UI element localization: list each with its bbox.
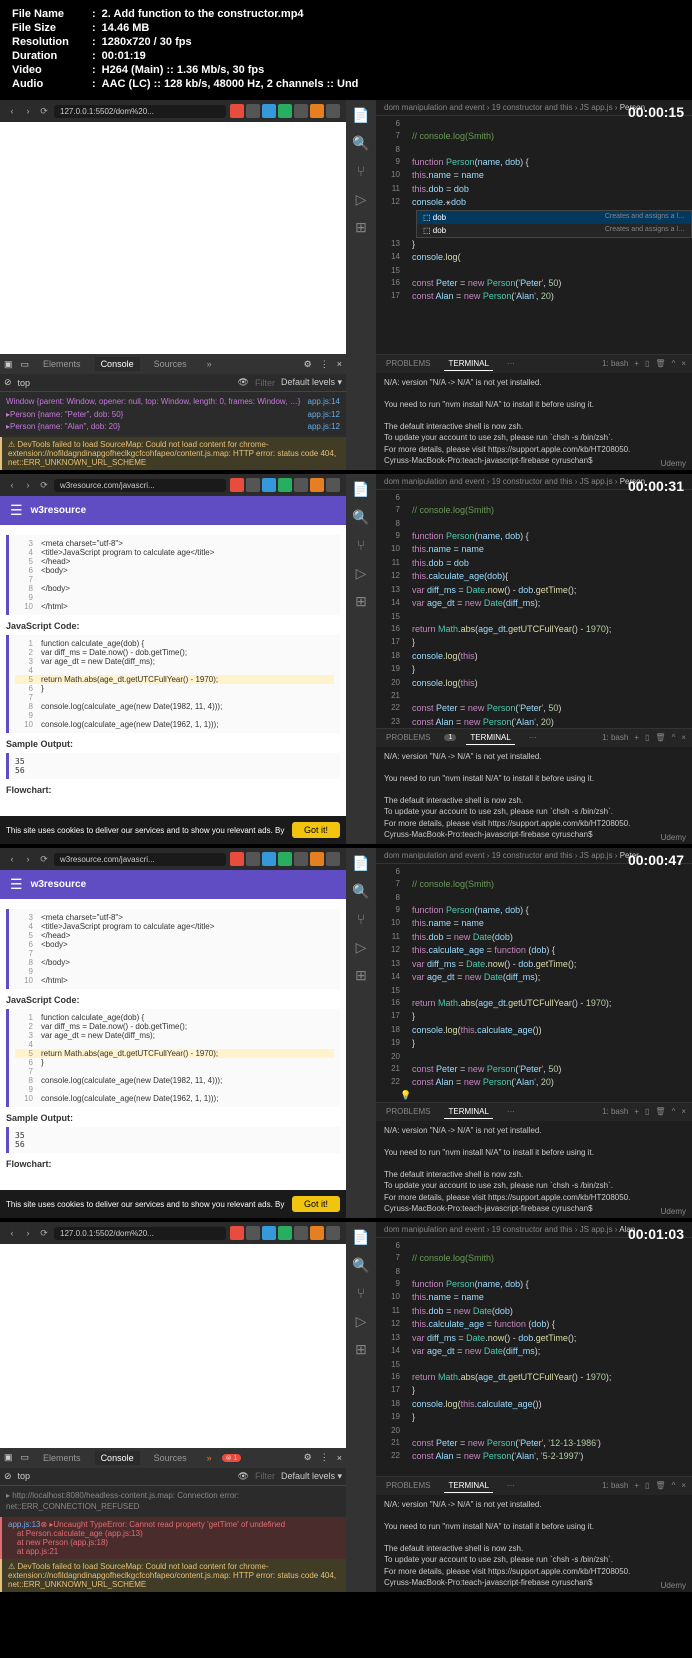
devtools-warning: ⚠ DevTools failed to load SourceMap: Cou… <box>0 437 346 470</box>
page-content <box>0 122 346 354</box>
inspect-icon[interactable]: ▣ <box>4 359 13 370</box>
context-select[interactable]: top <box>18 378 31 388</box>
frame-4: ‹›⟳ 127.0.0.1:5502/dom%20... ▣▭ Elements… <box>0 1222 692 1592</box>
url-bar[interactable]: 127.0.0.1:5502/dom%20... <box>54 105 226 118</box>
timestamp: 00:00:15 <box>628 104 684 120</box>
shell-select[interactable]: 1: bash <box>602 359 628 368</box>
editor[interactable]: 67// console.log(Smith)89function Person… <box>376 116 692 354</box>
menu-icon[interactable]: ⋮ <box>320 359 329 370</box>
levels-select[interactable]: Default levels ▾ <box>281 377 342 388</box>
file-metadata: File Name:2. Add function to the constru… <box>0 0 692 100</box>
console-log: Window {parent: Window, opener: null, to… <box>6 397 300 406</box>
meta-label: File Name <box>12 8 92 20</box>
terminal-tab[interactable]: TERMINAL <box>444 357 492 371</box>
frame-1: ‹ › ⟳ 127.0.0.1:5502/dom%20... ▣ ▭ Eleme… <box>0 100 692 470</box>
sources-tab[interactable]: Sources <box>148 357 193 371</box>
split-icon[interactable]: ▯ <box>645 359 649 368</box>
extensions-icon[interactable]: ⊞ <box>352 218 370 236</box>
problems-tab[interactable]: PROBLEMS <box>382 357 434 370</box>
source-control-icon[interactable]: ⑂ <box>352 162 370 180</box>
gear-icon[interactable]: ⚙ <box>304 359 312 370</box>
device-icon[interactable]: ▭ <box>21 359 30 370</box>
got-it-button[interactable]: Got it! <box>292 822 340 838</box>
forward-icon[interactable]: › <box>22 105 34 117</box>
udemy-watermark: Udemy <box>661 459 686 468</box>
page-content: 3 <meta charset="utf-8">4 <title>JavaScr… <box>0 525 346 816</box>
url-bar[interactable]: w3resource.com/javascri... <box>54 479 226 492</box>
console-error: app.js:13⊗ ▸Uncaught TypeError: Cannot r… <box>0 1517 346 1559</box>
back-icon[interactable]: ‹ <box>6 105 18 117</box>
clear-icon[interactable]: ⊘ <box>4 377 12 388</box>
error-badge: ⊗ 1 <box>222 1454 242 1462</box>
trash-icon[interactable]: 🗑 <box>655 359 665 368</box>
menu-icon[interactable]: ☰ <box>10 502 23 519</box>
cookie-banner: This site uses cookies to deliver our se… <box>0 816 346 844</box>
console-tab[interactable]: Console <box>95 357 140 371</box>
filter-input[interactable]: Filter <box>255 378 275 388</box>
frame-3: ‹›⟳ w3resource.com/javascri... ☰w3resour… <box>0 848 692 1218</box>
close-icon[interactable]: × <box>337 359 342 369</box>
search-icon[interactable]: 🔍 <box>352 134 370 152</box>
browser-toolbar: ‹ › ⟳ 127.0.0.1:5502/dom%20... <box>0 100 346 122</box>
plus-icon[interactable]: + <box>634 359 639 368</box>
site-title: w3resource <box>31 505 87 516</box>
devtools-panel: ▣ ▭ Elements Console Sources » ⚙ ⋮ × ⊘ t… <box>0 354 346 470</box>
terminal-panel: PROBLEMS TERMINAL ··· 1: bash+▯🗑^× N/A: … <box>376 354 692 471</box>
debug-icon[interactable]: ▷ <box>352 190 370 208</box>
elements-tab[interactable]: Elements <box>37 357 87 371</box>
extension-icons <box>230 104 340 118</box>
reload-icon[interactable]: ⟳ <box>38 105 50 117</box>
chevron-up-icon[interactable]: ^ <box>672 359 676 368</box>
meta-value: 2. Add function to the constructor.mp4 <box>102 8 304 20</box>
explorer-icon[interactable]: 📄 <box>352 106 370 124</box>
w3-header: ☰ w3resource <box>0 496 346 525</box>
more-tabs[interactable]: » <box>201 357 218 371</box>
frame-2: ‹›⟳ w3resource.com/javascri... ☰ w3resou… <box>0 474 692 844</box>
activity-bar: 📄 🔍 ⑂ ▷ ⊞ <box>346 100 376 470</box>
terminal-output[interactable]: N/A: version "N/A -> N/A" is not yet ins… <box>376 373 692 471</box>
eye-icon[interactable]: 👁 <box>238 377 249 388</box>
close-icon[interactable]: × <box>681 359 686 368</box>
